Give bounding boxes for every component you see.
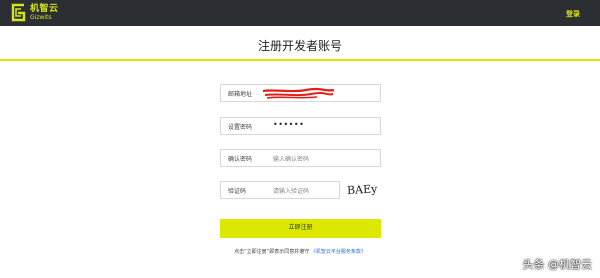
register-button[interactable]: 立即注册 [220, 219, 381, 238]
captcha-label: 验证码 [228, 188, 247, 195]
gizwits-logo-icon [11, 3, 26, 22]
watermark: 头条 @机智云 [522, 258, 593, 271]
confirm-password-placeholder: 输入确认密码 [273, 156, 310, 163]
accent-divider [0, 59, 600, 61]
top-bar: 机智云 Gizwits 登录 [0, 0, 600, 26]
confirm-password-label: 确认密码 [228, 156, 253, 163]
terms-notice: 点击“立即注册”即表示同意并遵守 《机智云平台服务条款》 [0, 248, 600, 255]
email-label: 邮箱地址 [228, 91, 253, 98]
logo-text: 机智云 Gizwits [30, 3, 59, 21]
page-title: 注册开发者账号 [257, 39, 342, 53]
captcha-image[interactable]: BAEy [346, 180, 386, 198]
password-field[interactable]: 设置密码 •••••• [220, 117, 381, 135]
terms-text: 点击“立即注册”即表示同意并遵守 [234, 249, 310, 255]
confirm-password-field[interactable]: 确认密码 输入确认密码 [220, 149, 381, 167]
password-label: 设置密码 [228, 124, 253, 131]
captcha-field[interactable]: 验证码 请输入验证码 [220, 181, 340, 199]
logo-chinese-name: 机智云 [30, 3, 59, 14]
email-field[interactable]: 邮箱地址 [220, 84, 381, 102]
registration-page: 机智云 Gizwits 登录 注册开发者账号 邮箱地址 设置密码 •••••• … [0, 0, 600, 278]
captcha-placeholder: 请输入验证码 [273, 188, 310, 195]
logo[interactable]: 机智云 Gizwits [10, 3, 59, 22]
login-link[interactable]: 登录 [566, 9, 580, 19]
svg-text:BAEy: BAEy [347, 182, 379, 197]
password-value: •••••• [273, 120, 305, 129]
terms-link[interactable]: 《机智云平台服务条款》 [311, 249, 366, 255]
redaction-scribble [262, 87, 335, 99]
logo-english-name: Gizwits [30, 13, 52, 21]
